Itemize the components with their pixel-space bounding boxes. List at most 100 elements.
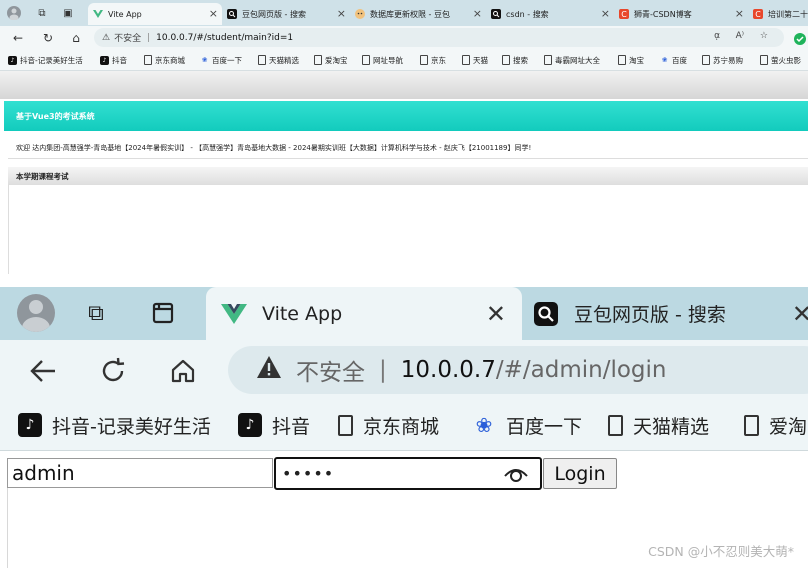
section-title: 本学期课程考试 [16, 171, 69, 181]
bookmark-item[interactable]: 网址导航 [362, 53, 403, 67]
bookmark-label: 京东 [431, 55, 446, 65]
close-icon[interactable]: ✕ [792, 300, 808, 328]
url-host[interactable]: 10.0.0.7 [401, 357, 496, 383]
tiktok-icon: ♪ [238, 413, 262, 437]
tab-doubao-chat[interactable]: 数据库更新权限 - 豆包 × [350, 3, 486, 25]
divider [7, 488, 8, 568]
page-icon [258, 55, 266, 65]
bookmark-item[interactable]: 京东 [420, 53, 446, 67]
tab-vite-app[interactable]: Vite App × [88, 3, 222, 25]
admin-login-page: admin ••••• Login CSDN @小不忍则美大萌* [0, 451, 808, 568]
bookmark-item[interactable]: ❀ 百度 [660, 53, 687, 67]
bookmark-item[interactable]: 萤火虫影 [760, 53, 801, 67]
username-input[interactable]: admin [7, 458, 273, 488]
tab-title: 数据库更新权限 - 豆包 [370, 9, 450, 19]
bookmark-item[interactable]: 天猫 [462, 53, 488, 67]
close-icon[interactable]: × [601, 7, 610, 20]
vite-icon [220, 300, 248, 328]
url-text[interactable]: 10.0.0.7/#/student/main?id=1 [156, 33, 293, 43]
bookmark-label: 百度一下 [212, 55, 242, 65]
collections-icon[interactable]: ⧉ [83, 300, 109, 326]
favorite-star-icon[interactable]: ☆ [760, 31, 768, 41]
bookmark-item[interactable]: 搜索 [502, 53, 528, 67]
bookmark-label: 网址导航 [373, 55, 403, 65]
tiktok-icon: ♪ [100, 55, 109, 65]
home-icon[interactable]: ⌂ [68, 30, 84, 46]
bookmark-item[interactable]: ❀ 百度一下 [472, 411, 582, 439]
close-icon[interactable]: × [337, 7, 346, 20]
page-top-band [0, 71, 808, 99]
bookmark-item[interactable]: 爱淘 [744, 411, 807, 439]
refresh-icon[interactable] [96, 354, 130, 388]
student-main-page: 基于Vue3的考试系统 欢迎 达内集团-高慧强学-青岛基地【2024年暑假实训】… [0, 71, 808, 274]
tab-vite-app[interactable]: Vite App ✕ [206, 287, 522, 340]
url-path[interactable]: /#/admin/login [496, 357, 667, 383]
bookmark-item[interactable]: 淘宝 [618, 53, 644, 67]
search-icon [490, 8, 502, 20]
tab-strip: ⧉ ▣ Vite App × 豆包网页版 - 搜索 × 数据库更新权限 - 豆包… [0, 0, 808, 26]
page-icon [608, 414, 623, 436]
page-icon [338, 414, 353, 436]
tab-actions-icon[interactable]: ▣ [60, 5, 76, 21]
tab-title: Vite App [262, 302, 343, 325]
bookmark-item[interactable]: ♪ 抖音 [100, 53, 127, 67]
csdn-icon: C [752, 8, 764, 20]
page-icon [144, 55, 152, 65]
read-aloud-icon[interactable]: A⁾ [736, 31, 744, 41]
password-input[interactable]: ••••• [274, 457, 542, 490]
profile-avatar-icon[interactable] [6, 5, 22, 21]
bookmark-label: 百度一下 [506, 415, 583, 438]
refresh-icon[interactable]: ↻ [40, 30, 56, 46]
bookmark-label: 萤火虫影 [771, 55, 801, 65]
tab-csdn-search[interactable]: csdn - 搜索 × [486, 3, 614, 25]
back-icon[interactable]: ← [10, 30, 26, 46]
bookmark-item[interactable]: ♪ 抖音-记录美好生活 [8, 53, 83, 67]
tab-doubao-search[interactable]: 豆包网页版 - 搜索 ✕ [522, 287, 808, 340]
divider [8, 158, 808, 159]
bookmark-item[interactable]: 爱淘宝 [314, 53, 348, 67]
username-value: admin [12, 461, 75, 485]
tab-title: 狮青-CSDN博客 [634, 9, 692, 19]
tab-doubao-search[interactable]: 豆包网页版 - 搜索 × [222, 3, 350, 25]
translate-icon[interactable]: ᾳ [714, 31, 720, 41]
tab-title: csdn - 搜索 [506, 9, 549, 19]
login-button[interactable]: Login [543, 458, 617, 489]
divider: | [147, 32, 151, 43]
extension-shield-icon[interactable] [792, 31, 808, 47]
back-icon[interactable] [26, 354, 60, 388]
navigation-bar: ← ↻ ⌂ ⚠ 不安全 | 10.0.0.7/#/student/main?id… [0, 26, 808, 50]
bookmark-item[interactable]: 天猫精选 [258, 53, 299, 67]
bookmark-label: 天猫精选 [633, 415, 710, 438]
collections-icon[interactable]: ⧉ [34, 5, 50, 21]
page-icon [314, 55, 322, 65]
close-icon[interactable]: × [735, 7, 744, 20]
tab-training[interactable]: C 培训第二十 [748, 3, 808, 25]
bookmark-label: 天猫 [473, 55, 488, 65]
tab-actions-icon[interactable] [150, 300, 176, 326]
bookmark-item[interactable]: ❀ 百度一下 [200, 53, 242, 67]
bookmark-item[interactable]: ♪ 抖音-记录美好生活 [18, 411, 211, 439]
bookmark-item[interactable]: 京东商城 [338, 411, 439, 439]
baidu-paw-icon: ❀ [475, 413, 493, 437]
insecure-label: 不安全 [296, 360, 365, 386]
close-icon[interactable]: × [473, 7, 482, 20]
bookmark-item[interactable]: 天猫精选 [608, 411, 709, 439]
divider: | [379, 357, 387, 383]
home-icon[interactable] [166, 354, 200, 388]
bookmark-item[interactable]: 毒霸网址大全 [544, 53, 600, 67]
show-password-eye-icon[interactable] [504, 464, 528, 484]
bookmark-item[interactable]: ♪ 抖音 [238, 411, 310, 439]
profile-avatar-icon[interactable] [17, 294, 55, 332]
address-bar[interactable]: 不安全 | 10.0.0.7/#/admin/login [228, 346, 808, 394]
tab-csdn-blog[interactable]: C 狮青-CSDN博客 × [614, 3, 748, 25]
bookmark-item[interactable]: 苏宁易购 [702, 53, 743, 67]
page-icon [760, 55, 768, 65]
page-icon [462, 55, 470, 65]
address-bar[interactable]: ⚠ 不安全 | 10.0.0.7/#/student/main?id=1 ᾳ A… [94, 28, 784, 47]
bookmark-label: 抖音-记录美好生活 [20, 55, 83, 65]
warning-icon [256, 355, 282, 385]
close-icon[interactable]: × [209, 7, 218, 20]
bookmark-item[interactable]: 京东商城 [144, 53, 185, 67]
close-icon[interactable]: ✕ [486, 300, 506, 328]
bookmark-label: 天猫精选 [269, 55, 299, 65]
